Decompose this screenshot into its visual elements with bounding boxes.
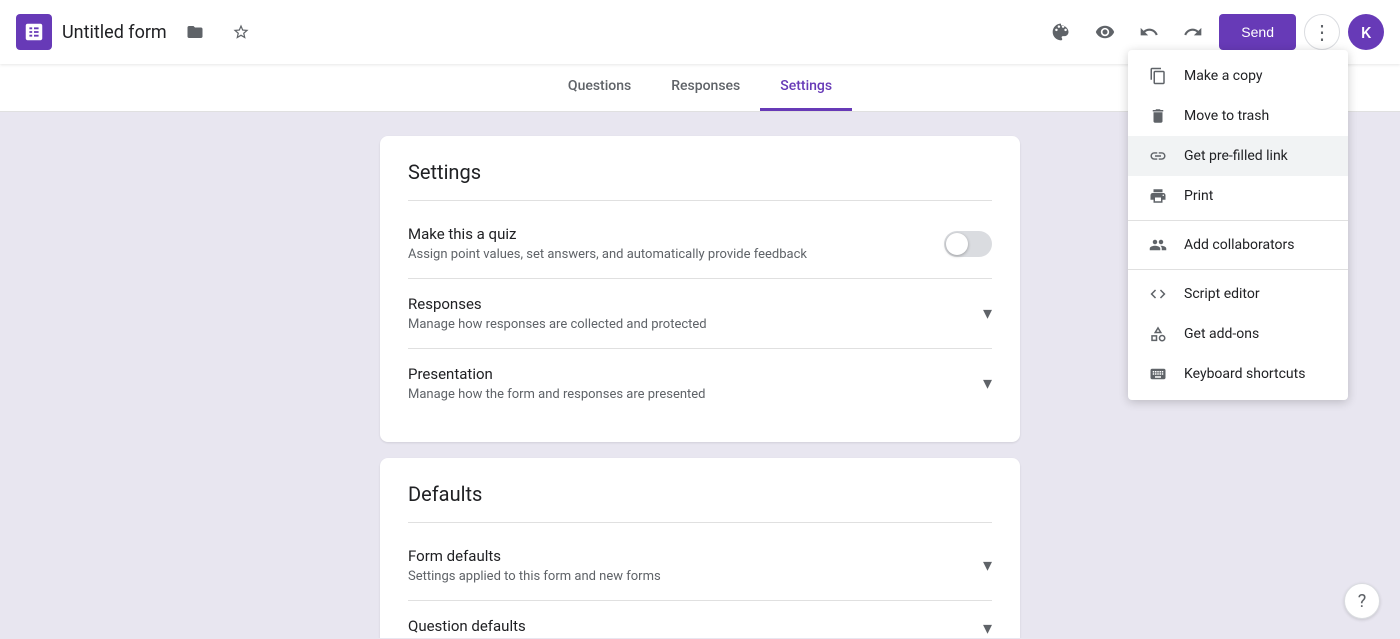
presentation-label: Presentation — [408, 365, 706, 383]
question-defaults-text: Question defaults — [408, 617, 526, 638]
menu-get-prefilled-link[interactable]: Get pre-filled link — [1128, 136, 1348, 176]
app-icon — [16, 14, 52, 50]
responses-row[interactable]: Responses Manage how responses are colle… — [408, 279, 992, 349]
move-to-trash-label: Move to trash — [1184, 108, 1269, 124]
dropdown-menu: Make a copy Move to trash Get pre-filled… — [1128, 50, 1348, 400]
avatar[interactable]: K — [1348, 14, 1384, 50]
menu-move-to-trash[interactable]: Move to trash — [1128, 96, 1348, 136]
menu-divider-2 — [1128, 269, 1348, 270]
question-defaults-label: Question defaults — [408, 617, 526, 635]
form-defaults-text: Form defaults Settings applied to this f… — [408, 547, 661, 584]
form-defaults-expand-icon: ▾ — [983, 555, 992, 576]
menu-get-addons[interactable]: Get add-ons — [1128, 314, 1348, 354]
question-defaults-row[interactable]: Question defaults ▾ — [408, 601, 992, 638]
quiz-toggle[interactable] — [944, 231, 992, 257]
print-icon — [1148, 186, 1168, 206]
form-defaults-row[interactable]: Form defaults Settings applied to this f… — [408, 531, 992, 601]
form-defaults-label: Form defaults — [408, 547, 661, 565]
get-addons-label: Get add-ons — [1184, 326, 1259, 342]
star-button[interactable] — [223, 14, 259, 50]
menu-divider-1 — [1128, 220, 1348, 221]
presentation-text: Presentation Manage how the form and res… — [408, 365, 706, 402]
form-defaults-desc: Settings applied to this form and new fo… — [408, 569, 661, 584]
tab-questions[interactable]: Questions — [548, 64, 651, 111]
settings-title: Settings — [408, 160, 992, 201]
menu-print[interactable]: Print — [1128, 176, 1348, 216]
tab-settings[interactable]: Settings — [760, 64, 852, 111]
presentation-desc: Manage how the form and responses are pr… — [408, 387, 706, 402]
menu-script-editor[interactable]: Script editor — [1128, 274, 1348, 314]
preview-button[interactable] — [1087, 14, 1123, 50]
print-label: Print — [1184, 188, 1213, 204]
trash-icon — [1148, 106, 1168, 126]
quiz-row: Make this a quiz Assign point values, se… — [408, 209, 992, 279]
people-icon — [1148, 235, 1168, 255]
header-left: Untitled form — [16, 14, 1043, 50]
add-collaborators-label: Add collaborators — [1184, 237, 1294, 253]
quiz-desc: Assign point values, set answers, and au… — [408, 247, 807, 262]
get-prefilled-link-label: Get pre-filled link — [1184, 148, 1288, 164]
quiz-text: Make this a quiz Assign point values, se… — [408, 225, 807, 262]
keyboard-shortcuts-label: Keyboard shortcuts — [1184, 366, 1305, 382]
responses-text: Responses Manage how responses are colle… — [408, 295, 707, 332]
presentation-expand-icon: ▾ — [983, 373, 992, 394]
more-options-button[interactable]: ⋮ — [1304, 14, 1340, 50]
header-right: Send ⋮ K — [1043, 14, 1384, 50]
script-editor-label: Script editor — [1184, 286, 1260, 302]
quiz-label: Make this a quiz — [408, 225, 807, 243]
code-icon — [1148, 284, 1168, 304]
toggle-thumb — [946, 233, 968, 255]
menu-add-collaborators[interactable]: Add collaborators — [1128, 225, 1348, 265]
addons-icon — [1148, 324, 1168, 344]
settings-card: Settings Make this a quiz Assign point v… — [380, 136, 1020, 442]
presentation-row[interactable]: Presentation Manage how the form and res… — [408, 349, 992, 418]
folder-button[interactable] — [177, 14, 213, 50]
defaults-title: Defaults — [408, 482, 992, 523]
tab-responses[interactable]: Responses — [651, 64, 760, 111]
customize-theme-button[interactable] — [1043, 14, 1079, 50]
copy-icon — [1148, 66, 1168, 86]
responses-expand-icon: ▾ — [983, 303, 992, 324]
help-button[interactable]: ? — [1344, 583, 1380, 619]
toggle-track[interactable] — [944, 231, 992, 257]
responses-label: Responses — [408, 295, 707, 313]
redo-button[interactable] — [1175, 14, 1211, 50]
menu-keyboard-shortcuts[interactable]: Keyboard shortcuts — [1128, 354, 1348, 394]
send-button[interactable]: Send — [1219, 14, 1296, 50]
question-defaults-expand-icon: ▾ — [983, 618, 992, 639]
keyboard-icon — [1148, 364, 1168, 384]
make-copy-label: Make a copy — [1184, 68, 1263, 84]
form-title: Untitled form — [62, 22, 167, 43]
link-icon — [1148, 146, 1168, 166]
responses-desc: Manage how responses are collected and p… — [408, 317, 707, 332]
menu-make-copy[interactable]: Make a copy — [1128, 56, 1348, 96]
defaults-card: Defaults Form defaults Settings applied … — [380, 458, 1020, 638]
undo-button[interactable] — [1131, 14, 1167, 50]
